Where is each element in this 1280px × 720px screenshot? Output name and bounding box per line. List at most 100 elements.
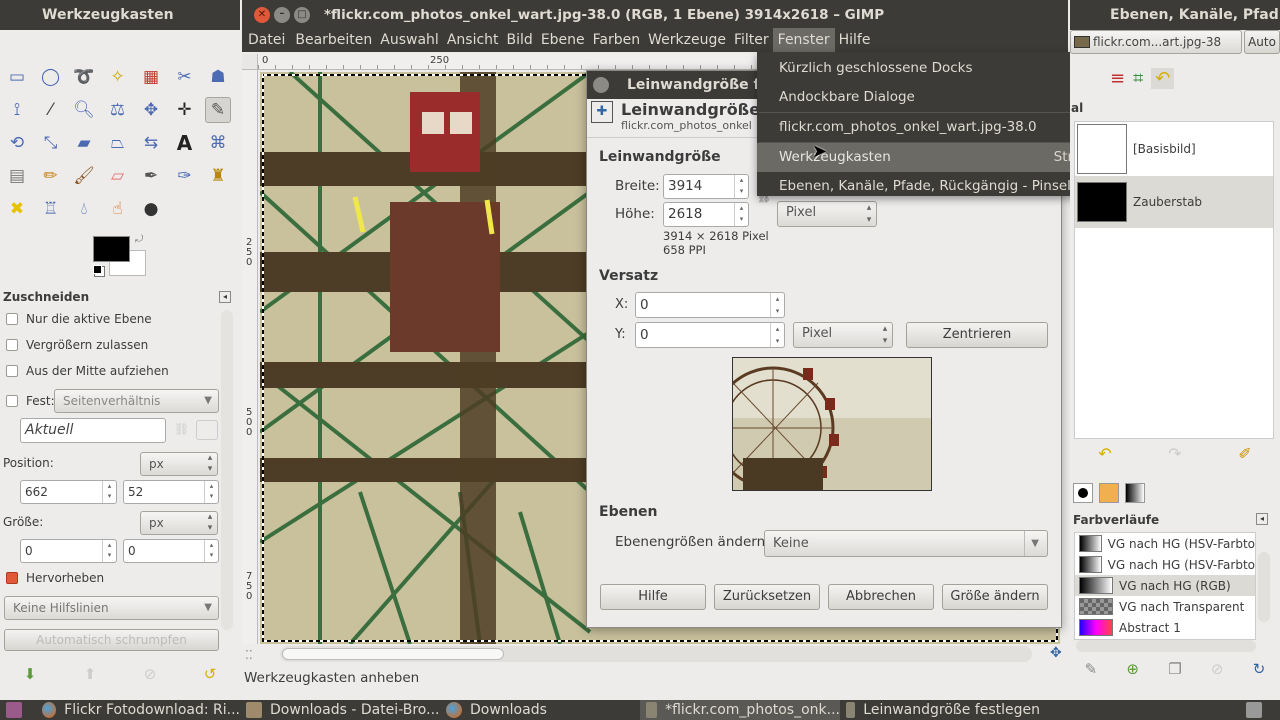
ruler-corner[interactable]	[242, 54, 258, 70]
fixed-checkbox[interactable]: Fest:	[0, 391, 55, 411]
paths-tool-icon[interactable]: ⟟	[4, 97, 30, 123]
layer-row-zauberstab[interactable]: Zauberstab	[1075, 176, 1273, 228]
delete-options-icon[interactable]: ⊘	[144, 665, 157, 683]
image-titlebar[interactable]: ✕ – □ *flickr.com_photos_onkel_wart.jpg-…	[242, 0, 1068, 30]
reset-button[interactable]: Zurücksetzen	[714, 584, 820, 610]
menu-fenster[interactable]: Fenster	[772, 28, 835, 52]
allow-grow-checkbox[interactable]: Vergrößern zulassen	[0, 335, 148, 355]
dialog-close-icon[interactable]	[593, 77, 609, 93]
rotate-tool-icon[interactable]: ⟲	[4, 130, 30, 156]
width-input[interactable]: 3914 ▴ ▾	[663, 174, 749, 199]
perspective-clone-tool-icon[interactable]: ♖	[38, 196, 64, 222]
move-tool-icon[interactable]: ✥	[138, 97, 164, 123]
gradients-tab-icon[interactable]	[1125, 483, 1145, 503]
gradients-scrollbar[interactable]	[1258, 552, 1270, 622]
options-scrollbar[interactable]	[221, 310, 233, 630]
size-unit-select[interactable]: px ▴ ▾	[140, 511, 218, 535]
gradients-hscrollbar[interactable]	[1076, 640, 1256, 652]
menu-item-toolbox[interactable]: WerkzeugkastenStrg+B	[757, 143, 1110, 172]
new-gradient-icon[interactable]: ⊕	[1126, 660, 1139, 684]
gradient-row-selected[interactable]: VG nach HG (RGB)	[1075, 575, 1255, 596]
menu-item-dockable-dialogs[interactable]: Andockbare Dialoge▸	[757, 83, 1110, 112]
horizontal-scrollbar[interactable]	[280, 646, 1032, 662]
help-button[interactable]: Hilfe	[600, 584, 706, 610]
save-options-icon[interactable]: ⬇	[24, 665, 37, 683]
color-picker-tool-icon[interactable]: ⁄	[38, 97, 64, 123]
highlight-checkbox[interactable]: Hervorheben	[0, 568, 104, 588]
swap-colors-icon[interactable]: ⤾	[135, 234, 143, 245]
refresh-gradients-icon[interactable]: ↻	[1253, 660, 1266, 684]
only-active-layer-checkbox[interactable]: Nur die aktive Ebene	[0, 309, 152, 329]
aspect-ratio-input[interactable]: Aktuell	[20, 418, 166, 443]
navigate-icon[interactable]: ✥	[1050, 645, 1062, 661]
size-w-input[interactable]: 0 ▴ ▾	[20, 539, 117, 563]
menu-item-recent-docks[interactable]: Kürzlich geschlossene Docks▸	[757, 54, 1110, 83]
scissors-tool-icon[interactable]: ✂	[172, 64, 198, 90]
maximize-window-icon[interactable]: □	[294, 7, 310, 23]
paths-tab-icon[interactable]: ⌗	[1133, 68, 1143, 89]
resize-layers-select[interactable]: Keine ▼	[764, 530, 1048, 557]
restore-options-icon[interactable]: ⬆	[84, 665, 97, 683]
toolbox-titlebar[interactable]: Werkzeugkasten	[0, 0, 240, 30]
fixed-mode-select[interactable]: Seitenverhältnis ▼	[54, 389, 219, 413]
image-selector[interactable]: flickr.com...art.jpg-38	[1070, 30, 1242, 54]
gradient-row[interactable]: VG nach Transparent	[1075, 596, 1255, 617]
menu-bearbeiten[interactable]: Bearbeiten	[291, 28, 376, 52]
menu-auswahl[interactable]: Auswahl	[376, 28, 443, 52]
flip-tool-icon[interactable]: ⇆	[138, 130, 164, 156]
trash-icon[interactable]	[1240, 700, 1280, 720]
offset-unit-select[interactable]: Pixel ▴ ▾	[793, 322, 893, 348]
delete-gradient-icon[interactable]: ⊘	[1211, 660, 1224, 684]
fuzzy-select-tool-icon[interactable]: ✧	[105, 64, 131, 90]
perspective-tool-icon[interactable]: ⏢	[105, 130, 131, 156]
clear-history-icon[interactable]: ✐	[1238, 444, 1251, 466]
layers-dock-titlebar[interactable]: Ebenen, Kanäle, Pfad	[1070, 0, 1280, 30]
menu-item-layers-dock[interactable]: Ebenen, Kanäle, Pfade, Rückgängig - Pins…	[757, 172, 1110, 201]
clone-tool-icon[interactable]: ♜	[205, 163, 231, 189]
taskbar-item-gimp-image[interactable]: *flickr.com_photos_onk...	[640, 700, 840, 720]
menu-hilfe[interactable]: Hilfe	[835, 28, 875, 52]
gradient-row[interactable]: VG nach HG (HSV-Farbto	[1075, 554, 1255, 575]
brushes-tab-icon[interactable]	[1073, 483, 1093, 503]
position-y-input[interactable]: 52 ▴ ▾	[123, 480, 219, 504]
size-unit-select[interactable]: Pixel ▴ ▾	[777, 201, 877, 227]
text-tool-icon[interactable]: A	[172, 130, 198, 156]
ellipse-select-tool-icon[interactable]: ◯	[38, 64, 64, 90]
menu-ebene[interactable]: Ebene	[537, 28, 589, 52]
ruler-left[interactable]: 250 500 750	[242, 70, 258, 644]
menu-farben[interactable]: Farben	[589, 28, 644, 52]
reset-options-icon[interactable]: ↺	[204, 665, 217, 683]
menu-bild[interactable]: Bild	[503, 28, 537, 52]
quick-mask-icon[interactable]: ⁚⁚	[245, 648, 253, 662]
taskbar-item-file-browser[interactable]: Downloads - Datei-Bro...	[240, 700, 440, 720]
minimize-window-icon[interactable]: –	[274, 7, 290, 23]
blend-tool-icon[interactable]: ▤	[4, 163, 30, 189]
expand-center-checkbox[interactable]: Aus der Mitte aufziehen	[0, 361, 169, 381]
menu-filter[interactable]: Filter	[730, 28, 773, 52]
menu-werkzeuge[interactable]: Werkzeuge	[644, 28, 730, 52]
default-colors-icon[interactable]	[93, 265, 102, 274]
rect-select-tool-icon[interactable]: ▭	[4, 64, 30, 90]
cancel-button[interactable]: Abbrechen	[828, 584, 934, 610]
foreground-select-tool-icon[interactable]: ☗	[205, 64, 231, 90]
taskbar-item-firefox-flickr[interactable]: Flickr Fotodownload: Ri...	[36, 700, 240, 720]
chain-icon[interactable]: ⛓	[174, 422, 189, 436]
position-x-input[interactable]: 662 ▴ ▾	[20, 480, 117, 504]
taskbar-item-downloads[interactable]: Downloads	[440, 700, 640, 720]
resize-button[interactable]: Größe ändern	[942, 584, 1048, 610]
select-by-color-tool-icon[interactable]: ▦	[138, 64, 164, 90]
align-tool-icon[interactable]: ✛	[172, 97, 198, 123]
gradients-menu-icon[interactable]: ◂	[1256, 513, 1268, 525]
free-select-tool-icon[interactable]: ➰	[71, 64, 97, 90]
dodge-burn-tool-icon[interactable]: ●	[138, 196, 164, 222]
redo-icon[interactable]: ↷	[1168, 444, 1181, 466]
position-unit-select[interactable]: px ▴ ▾	[140, 452, 218, 476]
duplicate-gradient-icon[interactable]: ❐	[1168, 660, 1181, 684]
blur-tool-icon[interactable]: 💧︎	[71, 196, 97, 222]
cage-tool-icon[interactable]: ⌘	[205, 130, 231, 156]
height-input[interactable]: 2618 ▴ ▾	[663, 202, 749, 227]
paintbrush-tool-icon[interactable]: 🖌︎	[71, 163, 97, 189]
zoom-tool-icon[interactable]: 🔍︎	[71, 97, 97, 123]
menu-item-image-window[interactable]: flickr.com_photos_onkel_wart.jpg-38.0	[757, 113, 1110, 142]
undo-history-tab-icon[interactable]: ↶	[1151, 67, 1175, 89]
